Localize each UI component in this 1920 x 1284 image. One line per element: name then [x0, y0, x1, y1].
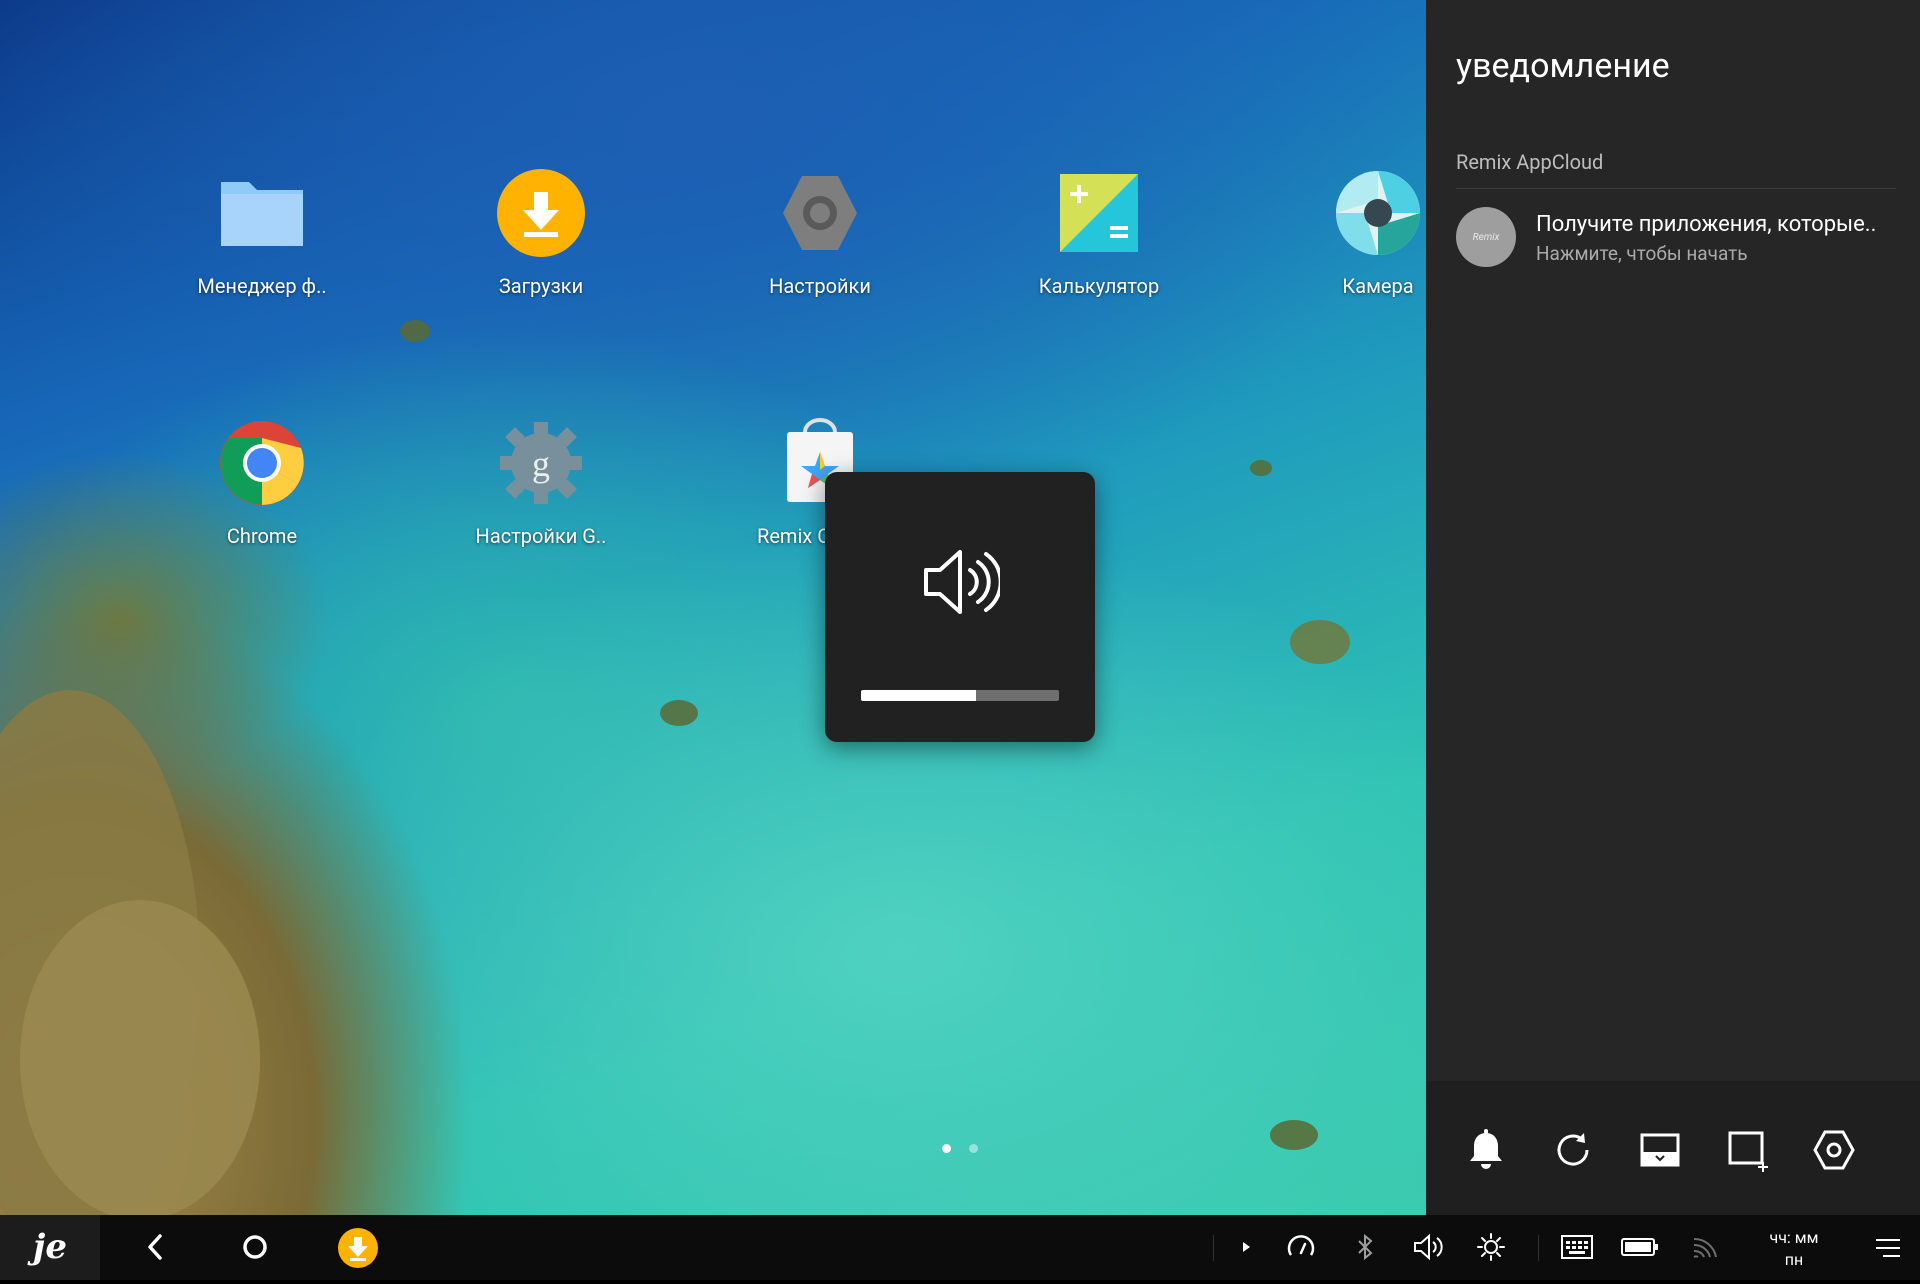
avatar: Remix: [1456, 207, 1516, 267]
clock-day: пн: [1784, 1250, 1804, 1269]
battery-icon[interactable]: [1620, 1235, 1660, 1259]
app-chrome[interactable]: Chrome: [152, 418, 372, 548]
tray-divider: [1538, 1235, 1539, 1261]
volume-icon[interactable]: [1411, 1231, 1445, 1263]
google-settings-icon: g: [496, 418, 586, 508]
bluetooth-icon[interactable]: [1349, 1231, 1381, 1263]
svg-text:g: g: [532, 444, 550, 484]
folder-icon: [217, 168, 307, 258]
app-downloads[interactable]: Загрузки: [431, 168, 651, 298]
app-file-manager[interactable]: Менеджер ф..: [152, 168, 372, 298]
tray-divider: [1213, 1235, 1214, 1261]
bell-icon[interactable]: [1461, 1125, 1511, 1175]
app-google-settings[interactable]: g Настройки G..: [431, 418, 651, 548]
desktop[interactable]: Менеджер ф.. Загрузки Настройки Калькуля…: [0, 0, 1426, 1215]
download-icon: [496, 168, 586, 258]
remix-logo-icon[interactable]: je: [0, 1215, 100, 1280]
taskbar: je чч: мм пн: [0, 1215, 1920, 1280]
download-app-icon[interactable]: [337, 1227, 379, 1269]
app-settings[interactable]: Настройки: [710, 168, 930, 298]
volume-bar[interactable]: [861, 690, 1059, 701]
settings-icon: [775, 168, 865, 258]
svg-text:je: je: [27, 1227, 67, 1267]
notification-title: Получите приложения, которые..: [1536, 212, 1877, 237]
screen-crop-icon[interactable]: [1722, 1125, 1772, 1175]
volume-osd: [825, 472, 1095, 742]
app-label: Камера: [1342, 274, 1414, 298]
wifi-icon[interactable]: [1688, 1231, 1720, 1263]
panel-title: уведомление: [1456, 46, 1670, 86]
screenshot-icon[interactable]: [1635, 1125, 1685, 1175]
notification-panel: уведомление Remix AppCloud Remix Получит…: [1426, 0, 1920, 1215]
expand-arrow-icon[interactable]: [1234, 1235, 1258, 1259]
home-icon[interactable]: [239, 1231, 271, 1263]
clock[interactable]: чч: мм пн: [1746, 1227, 1842, 1271]
settings-hex-icon[interactable]: [1809, 1125, 1859, 1175]
camera-icon: [1333, 168, 1423, 258]
app-label: Настройки G..: [475, 524, 607, 548]
app-camera[interactable]: Камера: [1268, 168, 1426, 298]
hamburger-icon[interactable]: [1873, 1233, 1903, 1263]
notification-app-name: Remix AppCloud: [1456, 150, 1604, 174]
app-calculator[interactable]: Калькулятор: [989, 168, 1209, 298]
speedometer-icon[interactable]: [1285, 1231, 1317, 1263]
page-indicator: [942, 1138, 992, 1157]
app-label: Chrome: [226, 524, 298, 548]
refresh-icon[interactable]: [1548, 1125, 1598, 1175]
speaker-icon: [920, 542, 1003, 622]
chrome-icon: [217, 418, 307, 508]
app-label: Калькулятор: [1038, 274, 1160, 298]
divider: [1456, 188, 1896, 189]
back-icon[interactable]: [140, 1231, 172, 1263]
notification-item[interactable]: Remix Получите приложения, которые.. Наж…: [1456, 206, 1906, 268]
clock-time: чч: мм: [1769, 1228, 1819, 1247]
quick-actions-bar: [1426, 1081, 1920, 1215]
keyboard-icon[interactable]: [1560, 1233, 1594, 1261]
app-label: Менеджер ф..: [197, 274, 327, 298]
app-label: Настройки: [769, 274, 871, 298]
calculator-icon: [1054, 168, 1144, 258]
volume-level: [861, 690, 976, 701]
page-dot[interactable]: [968, 1144, 978, 1153]
page-dot-active[interactable]: [942, 1144, 951, 1153]
app-label: Загрузки: [498, 274, 584, 298]
notification-subtitle: Нажмите, чтобы начать: [1536, 242, 1748, 265]
brightness-icon[interactable]: [1475, 1231, 1507, 1263]
